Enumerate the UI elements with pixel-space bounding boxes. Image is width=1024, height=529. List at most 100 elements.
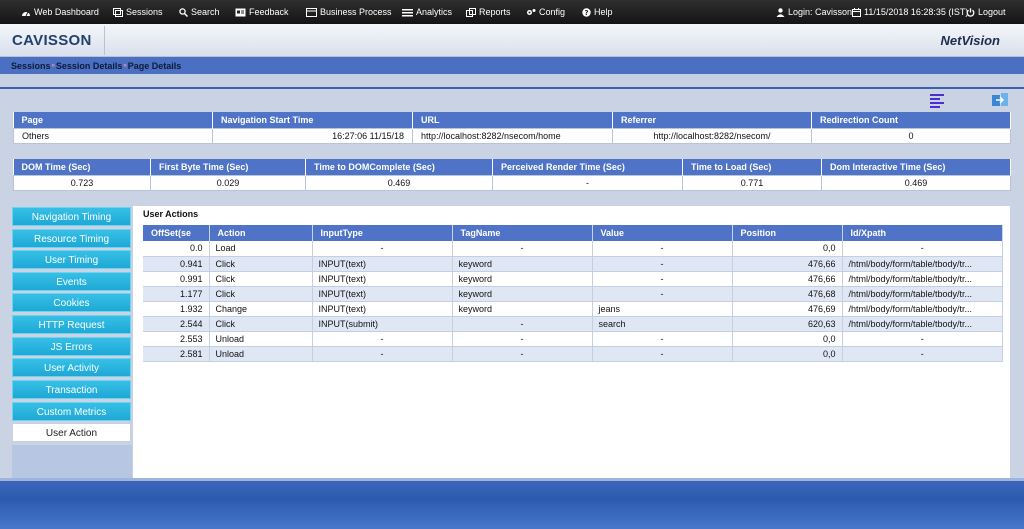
- table-cell: /html/body/form/table/tbody/tr...: [842, 301, 1003, 317]
- url-value: http://localhost:8282/nsecom/home: [412, 127, 613, 144]
- nav-search[interactable]: Search: [179, 0, 220, 24]
- table-cell: -: [592, 346, 733, 362]
- nav-analytics[interactable]: Analytics: [402, 0, 452, 24]
- redirection-count-value: 0: [811, 127, 1011, 144]
- load-time-value: 0.771: [682, 174, 822, 191]
- table-row[interactable]: 1.932 Change INPUT(text) keyword jeans 476,69…: [143, 301, 1003, 317]
- export-icon[interactable]: [991, 92, 1009, 108]
- nav-help[interactable]: ? Help: [582, 0, 613, 24]
- nav-sessions[interactable]: Sessions: [113, 0, 163, 24]
- table-cell: 1.177: [143, 286, 210, 302]
- table-cell: Change: [209, 301, 313, 317]
- col-offset[interactable]: OffSet(se: [143, 225, 210, 241]
- dom-complete-value: 0.469: [305, 174, 493, 191]
- table-cell: -: [592, 241, 733, 257]
- table-row[interactable]: 2.544 Click INPUT(submit) - search 620,63/htm…: [143, 316, 1003, 332]
- power-icon: [966, 7, 975, 17]
- table-cell: INPUT(text): [312, 301, 453, 317]
- sidebar-item-transaction[interactable]: Transaction: [12, 380, 131, 399]
- table-cell: keyword: [452, 271, 593, 287]
- dom-interactive-value: 0.469: [821, 174, 1011, 191]
- table-cell: -: [842, 331, 1003, 347]
- col-action[interactable]: Action: [209, 225, 313, 241]
- content-spacer: [0, 74, 1024, 87]
- table-row[interactable]: 0.941 Click INPUT(text) keyword -476,66/html…: [143, 256, 1003, 272]
- table-row[interactable]: 2.553 Unload - - -0,0-: [143, 331, 1003, 347]
- analytics-icon: [402, 8, 413, 16]
- table-cell: -: [452, 331, 593, 347]
- table-row[interactable]: 1.177 Click INPUT(text) keyword -476,68/html…: [143, 286, 1003, 302]
- table-cell: 0,0: [732, 241, 843, 257]
- page-info-table: Page Navigation Start Time URL Referrer …: [13, 112, 1011, 144]
- table-cell: -: [452, 241, 593, 257]
- dashboard-icon: [22, 11, 30, 16]
- referrer-value: http://localhost:8282/nsecom/: [612, 127, 812, 144]
- table-cell: Unload: [209, 346, 313, 362]
- table-row[interactable]: 2.581 Unload - - -0,0-: [143, 346, 1003, 362]
- table-cell: /html/body/form/table/tbody/tr...: [842, 316, 1003, 332]
- reports-icon: [466, 7, 476, 17]
- table-cell: Click: [209, 286, 313, 302]
- nav-reports[interactable]: Reports: [466, 0, 511, 24]
- col-position[interactable]: Position: [732, 225, 843, 241]
- login-user[interactable]: Login: Cavisson: [776, 0, 852, 24]
- sidebar-item-navigation-timing[interactable]: Navigation Timing: [12, 207, 131, 226]
- table-cell: 0.991: [143, 271, 210, 287]
- table-cell: 476,68: [732, 286, 843, 302]
- table-cell: 1.932: [143, 301, 210, 317]
- table-cell: -: [842, 241, 1003, 257]
- col-input-type[interactable]: InputType: [312, 225, 453, 241]
- sidebar-item-user-action[interactable]: User Action: [12, 423, 131, 442]
- render-time-header: Perceived Render Time (Sec): [492, 159, 683, 175]
- cavisson-logo: CAVISSON: [12, 32, 92, 49]
- table-cell: 2.581: [143, 346, 210, 362]
- table-cell: Load: [209, 241, 313, 257]
- breadcrumb-separator: »: [123, 62, 127, 69]
- logo-divider: [104, 26, 105, 55]
- load-time-header: Time to Load (Sec): [682, 159, 822, 175]
- table-cell: keyword: [452, 301, 593, 317]
- table-cell: /html/body/form/table/tbody/tr...: [842, 256, 1003, 272]
- table-cell: 0,0: [732, 331, 843, 347]
- product-name: NetVision: [940, 33, 1000, 48]
- sidebar-item-custom-metrics[interactable]: Custom Metrics: [12, 402, 131, 421]
- table-cell: Click: [209, 256, 313, 272]
- col-tag-name[interactable]: TagName: [452, 225, 593, 241]
- table-cell: -: [592, 271, 733, 287]
- sidebar-item-http-request[interactable]: HTTP Request: [12, 315, 131, 334]
- table-cell: -: [312, 241, 453, 257]
- nav-business-process[interactable]: Business Process: [306, 0, 392, 24]
- table-cell: 2.553: [143, 331, 210, 347]
- sidebar-item-resource-timing[interactable]: Resource Timing: [12, 229, 131, 248]
- user-actions-panel: User Actions OffSet(se Action InputType …: [132, 206, 1010, 478]
- sidebar-item-events[interactable]: Events: [12, 272, 131, 291]
- timing-info-table: DOM Time (Sec) First Byte Time (Sec) Tim…: [13, 159, 1011, 191]
- table-cell: -: [592, 331, 733, 347]
- table-cell: 620,63: [732, 316, 843, 332]
- business-process-icon: [306, 7, 317, 17]
- col-value[interactable]: Value: [592, 225, 733, 241]
- referrer-header: Referrer: [612, 112, 812, 128]
- nav-config[interactable]: Config: [526, 0, 565, 24]
- navigation-start-header: Navigation Start Time: [212, 112, 413, 128]
- breadcrumb-sessions[interactable]: Sessions: [11, 61, 51, 71]
- nav-feedback[interactable]: Feedback: [235, 0, 289, 24]
- table-cell: INPUT(text): [312, 271, 453, 287]
- sidebar-item-user-activity[interactable]: User Activity: [12, 358, 131, 377]
- table-cell: 0,0: [732, 346, 843, 362]
- table-cell: INPUT(text): [312, 256, 453, 272]
- logout-button[interactable]: Logout: [966, 0, 1006, 24]
- table-cell: Click: [209, 316, 313, 332]
- search-icon: [179, 7, 188, 17]
- breadcrumb-page-details: Page Details: [127, 60, 182, 71]
- breadcrumb-session-details[interactable]: Session Details: [56, 61, 123, 71]
- col-id-xpath[interactable]: Id/Xpath: [842, 225, 1003, 241]
- table-cell: -: [842, 346, 1003, 362]
- sidebar-item-user-timing[interactable]: User Timing: [12, 250, 131, 269]
- table-row[interactable]: 0.0 Load - - -0,0-: [143, 241, 1003, 257]
- table-row[interactable]: 0.991 Click INPUT(text) keyword -476,66/html…: [143, 271, 1003, 287]
- sidebar-item-cookies[interactable]: Cookies: [12, 293, 131, 312]
- sidebar-item-js-errors[interactable]: JS Errors: [12, 337, 131, 356]
- list-view-icon[interactable]: [928, 92, 946, 108]
- nav-web-dashboard[interactable]: Web Dashboard: [21, 0, 99, 24]
